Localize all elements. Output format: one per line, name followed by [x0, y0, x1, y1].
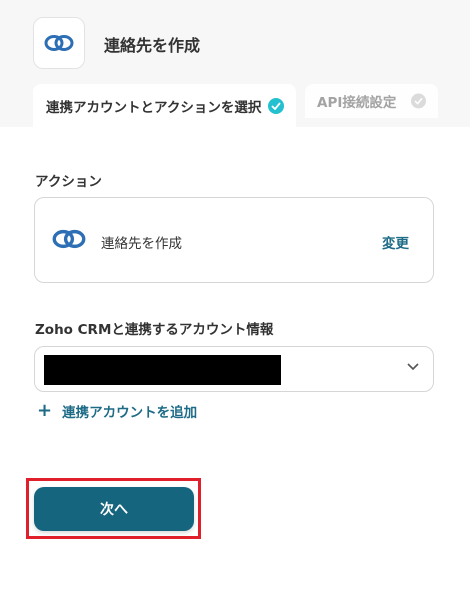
- tab-label: API接続設定: [317, 95, 397, 111]
- action-name: 連絡先を作成: [101, 236, 182, 252]
- check-circle-icon: [411, 93, 426, 109]
- check-circle-icon: [268, 97, 284, 114]
- redacted-account-value: [44, 355, 281, 385]
- app-icon-box: [33, 17, 85, 69]
- chevron-down-icon: [407, 363, 419, 371]
- account-section-label: Zoho CRMと連携するアカウント情報: [35, 322, 274, 338]
- zoho-link-icon: [52, 226, 86, 256]
- page-title: 連絡先を作成: [104, 36, 201, 55]
- tab-api-settings[interactable]: API接続設定: [305, 84, 438, 118]
- zoho-link-icon: [44, 35, 74, 51]
- tab-select-account-action[interactable]: 連携アカウントとアクションを選択: [33, 84, 296, 127]
- action-section-label: アクション: [35, 174, 102, 190]
- add-account-label: 連携アカウントを追加: [62, 405, 198, 421]
- change-action-link[interactable]: 変更: [382, 232, 409, 252]
- add-account-link[interactable]: + 連携アカウントを追加: [37, 400, 198, 422]
- account-select[interactable]: [34, 346, 434, 392]
- tab-label: 連携アカウントとアクションを選択: [46, 99, 262, 116]
- action-card: 連絡先を作成 変更: [34, 197, 434, 283]
- plus-icon: +: [37, 400, 53, 421]
- next-button[interactable]: 次へ: [34, 487, 194, 531]
